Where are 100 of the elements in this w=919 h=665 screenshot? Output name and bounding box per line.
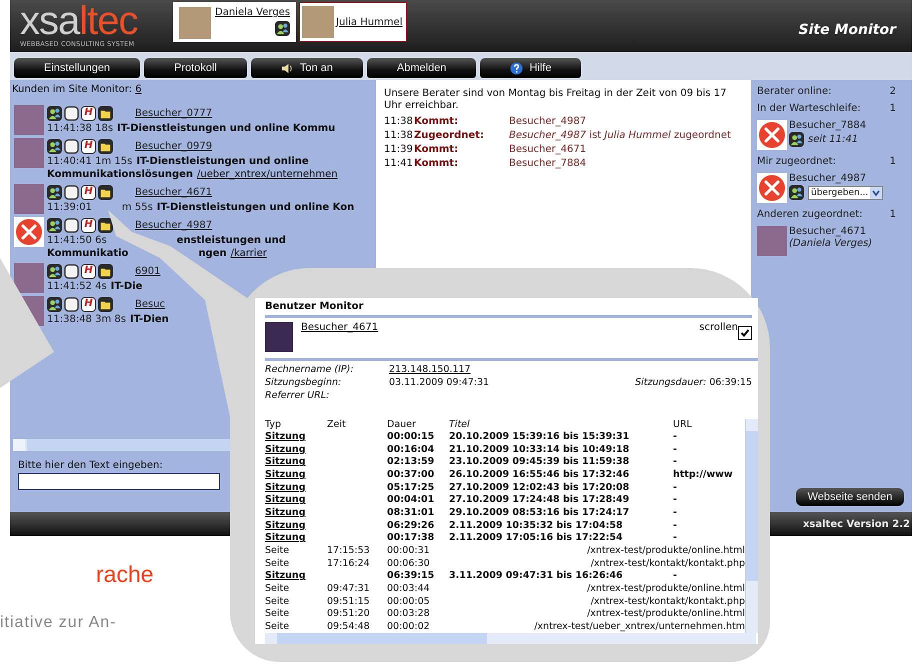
- visitor-name[interactable]: Besucher_4671: [789, 226, 872, 237]
- table-cell[interactable]: Sitzung: [265, 570, 327, 582]
- folder-icon: [98, 297, 113, 312]
- log-event: Zugeordnet:: [414, 130, 485, 142]
- table-cell-text: 17:16:24: [327, 557, 371, 570]
- log-time: 11:39: [384, 144, 414, 156]
- visitor-link[interactable]: Besuc: [135, 299, 166, 310]
- page-link[interactable]: /ueber_xntrex/unternehmen: [197, 168, 338, 181]
- table-cell[interactable]: Sitzung: [265, 506, 327, 520]
- table-cell-text: 21.10.2009 10:33:14 bis 10:49:18: [449, 443, 630, 456]
- table-cell-text: Seite: [265, 582, 290, 596]
- field-value-link[interactable]: 213.148.150.117: [389, 364, 471, 375]
- log-detail: Besucher_7884: [509, 158, 588, 170]
- table-cell-text: -: [673, 532, 678, 544]
- folder-icon: [98, 218, 113, 233]
- visitor-link[interactable]: 6901: [135, 266, 160, 277]
- avatar-photo: [179, 7, 211, 39]
- avatar-photo: [757, 226, 787, 256]
- table-cell-text: -: [673, 519, 678, 532]
- transfer-dropdown[interactable]: übergeben...: [808, 186, 884, 200]
- visit-time: 11:41:50 6s: [47, 234, 107, 247]
- nav-button[interactable]: Abmelden: [366, 58, 476, 78]
- page-title: Kommunikatio: [47, 247, 128, 260]
- field-label: Rechnername (IP):: [265, 364, 355, 375]
- table-cell-text: -: [673, 506, 678, 520]
- crossed-tools-icon: [757, 120, 787, 150]
- help-icon: [510, 62, 524, 74]
- table-cell-text: 2.11.2009 17:05:16 bis 17:22:54: [449, 532, 624, 544]
- table-cell-text: /xntrex-test/ueber_xntrex/unternehmen.htm: [533, 620, 745, 633]
- page-title: IT-Dien: [130, 313, 169, 326]
- people-icon: [47, 185, 62, 200]
- nav-button[interactable]: Protokoll: [144, 58, 247, 78]
- table-cell-text: 29.10.2009 08:53:16 bis 17:24:17: [449, 506, 630, 520]
- letter-badge[interactable]: H: [81, 218, 96, 233]
- version-text: xsaltec Version 2.2: [802, 518, 910, 530]
- table-cell[interactable]: Sitzung: [265, 468, 327, 482]
- table-cell[interactable]: Sitzung: [265, 532, 327, 544]
- document-heading: rache: [96, 561, 154, 588]
- customers-count-link[interactable]: 6: [135, 84, 142, 95]
- avatar-photo: [265, 322, 293, 352]
- column-header: Typ: [265, 419, 327, 430]
- horizontal-scrollbar[interactable]: [265, 633, 756, 644]
- visitor-link[interactable]: Besucher_4671: [301, 322, 378, 333]
- table-cell-text: 00:03:44: [387, 582, 431, 596]
- table-cell[interactable]: Sitzung: [265, 430, 327, 444]
- table-cell-text: 00:17:38: [387, 532, 436, 544]
- table-cell[interactable]: Sitzung: [265, 443, 327, 456]
- table-cell-text: -: [673, 430, 678, 444]
- visitor-name[interactable]: Besucher_4987: [789, 173, 884, 184]
- people-icon: [47, 106, 62, 121]
- agent-card[interactable]: Julia Hummel: [299, 2, 408, 42]
- blank-square-icon: [64, 297, 79, 312]
- avatar-photo: [14, 138, 44, 168]
- people-icon: [275, 21, 290, 36]
- table-cell-text: http://www: [673, 468, 734, 482]
- page-title: Kommunikationslösungen: [47, 168, 194, 181]
- table-cell-text: Seite: [265, 544, 290, 558]
- visitor-link[interactable]: Besucher_4671: [135, 187, 212, 198]
- log-event: Kommt:: [414, 158, 460, 170]
- table-cell-text: 09:51:15: [327, 595, 371, 608]
- scroll-checkbox[interactable]: [738, 326, 752, 340]
- log-time: 11:38: [384, 130, 414, 142]
- letter-badge[interactable]: H: [81, 139, 96, 154]
- vertical-scrollbar[interactable]: [745, 419, 758, 633]
- table-cell-text: -: [673, 443, 678, 456]
- message-input-field[interactable]: [18, 473, 220, 490]
- visitor-link[interactable]: Besucher_0777: [135, 108, 212, 119]
- visitor-name[interactable]: Besucher_7884: [789, 120, 866, 131]
- table-cell-text: 02:13:59: [387, 456, 436, 468]
- nav-button[interactable]: Ton an: [250, 58, 363, 78]
- visitor-link[interactable]: Besucher_4987: [135, 220, 212, 231]
- send-webpage-button[interactable]: Webseite senden: [796, 488, 904, 506]
- agent-link[interactable]: Julia Hummel: [336, 16, 402, 28]
- chevron-down-icon: [870, 186, 882, 198]
- letter-badge[interactable]: H: [81, 185, 96, 200]
- table-cell[interactable]: Sitzung: [265, 456, 327, 468]
- visit-time: 11:41:52 4s: [47, 280, 107, 293]
- agent-link[interactable]: Daniela Verges: [215, 7, 290, 18]
- field-value: 03.11.2009 09:47:31: [389, 377, 490, 388]
- speaker-icon: [280, 62, 294, 74]
- nav-button[interactable]: Hilfe: [480, 58, 582, 78]
- table-cell[interactable]: Sitzung: [265, 481, 327, 494]
- stat-label: Anderen zugeordnet:: [757, 209, 863, 220]
- table-cell-text: 3.11.2009 09:47:31 bis 16:26:46: [449, 570, 624, 582]
- folder-icon: [98, 139, 113, 154]
- agent-card[interactable]: Daniela Verges: [173, 2, 296, 42]
- table-cell-text: /xntrex-test/produkte/online.html: [586, 544, 745, 558]
- letter-badge[interactable]: H: [81, 297, 96, 312]
- table-cell[interactable]: Sitzung: [265, 519, 327, 532]
- log-event: Kommt:: [414, 116, 460, 128]
- visitor-link[interactable]: Besucher_0979: [135, 141, 212, 152]
- table-cell[interactable]: Sitzung: [265, 494, 327, 506]
- page-link[interactable]: /karrier: [230, 247, 267, 260]
- letter-badge[interactable]: H: [81, 106, 96, 121]
- table-cell-text: 06:29:26: [387, 519, 436, 532]
- nav-button[interactable]: Einstellungen: [14, 58, 140, 78]
- visit-time: 11:39:01: [47, 201, 92, 214]
- table-cell-text: /xntrex-test/kontakt/kontakt.php: [590, 595, 745, 608]
- letter-badge[interactable]: H: [81, 264, 96, 279]
- logo-text: xsaltec: [20, 2, 138, 40]
